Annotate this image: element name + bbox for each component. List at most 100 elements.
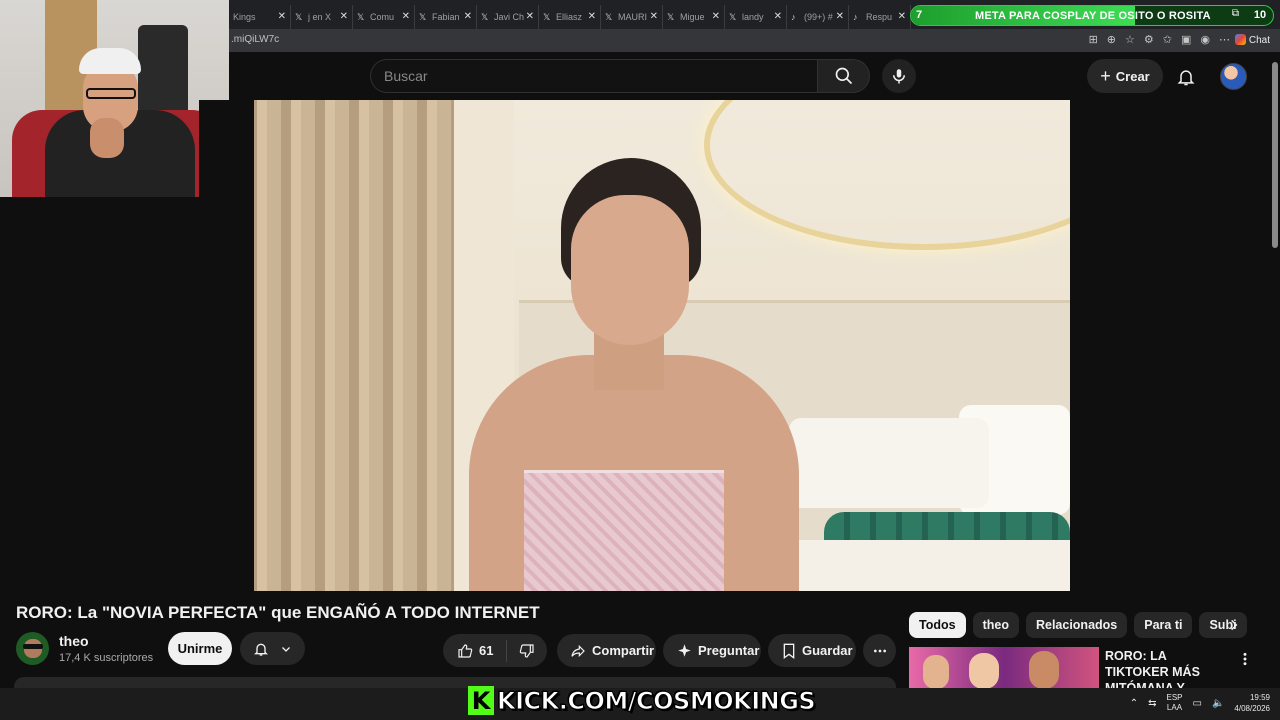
mic-icon [893, 69, 905, 84]
monitor-icon[interactable]: ▭ [1193, 698, 1202, 709]
extension-icon[interactable]: ⚙ [1144, 33, 1154, 46]
recommended-video-thumbnail[interactable] [909, 647, 1099, 689]
tab-title: (99+) # [804, 11, 833, 22]
close-tab-icon[interactable]: ✕ [278, 11, 286, 22]
search-icon [835, 67, 852, 85]
browser-tab[interactable]: 𝕏 Comu ✕ [353, 4, 415, 29]
apps-icon[interactable]: ⊞ [1089, 33, 1098, 46]
chevron-up-icon[interactable]: ⌃ [1130, 698, 1138, 709]
x-logo-icon: 𝕏 [543, 11, 551, 22]
clock[interactable]: 19:59 4/08/2026 [1234, 692, 1270, 714]
create-button[interactable]: + Crear [1087, 59, 1163, 93]
channel-name[interactable]: theo [59, 633, 89, 649]
x-logo-icon: 𝕏 [729, 11, 737, 22]
voice-search-button[interactable] [882, 59, 916, 93]
like-button[interactable]: 61 [443, 639, 507, 662]
chip-todos[interactable]: Todos [909, 612, 966, 638]
chat-label: Chat [1248, 35, 1270, 46]
lang-bottom: LAA [1166, 703, 1183, 712]
more-actions-button[interactable] [863, 634, 896, 667]
page-scrollbar[interactable] [1269, 52, 1280, 687]
recommended-more-button[interactable] [1238, 649, 1252, 669]
account-avatar[interactable] [1220, 63, 1247, 90]
sparkle-icon [678, 644, 691, 657]
volume-icon[interactable]: 🔈 [1212, 698, 1224, 709]
browser-tab[interactable]: 𝕏 Fabian ✕ [415, 4, 477, 29]
chips-next-button[interactable] [1224, 612, 1244, 638]
share-button[interactable]: Compartir [557, 634, 656, 667]
network-icon[interactable]: ⇆ [1148, 698, 1156, 709]
tab-title: Elliasz [556, 11, 583, 22]
close-tab-icon[interactable]: ✕ [774, 11, 782, 22]
kick-overlay-banner: K KICK.COM/COSMOKINGS [468, 685, 816, 716]
goal-text: META PARA COSPLAY DE OSITO O ROSITA [975, 10, 1211, 22]
close-tab-icon[interactable]: ✕ [712, 11, 720, 22]
thumbs-up-icon [458, 643, 473, 658]
chip-theo[interactable]: theo [972, 612, 1019, 638]
ask-button[interactable]: Preguntar [663, 634, 761, 667]
x-logo-icon: 𝕏 [295, 11, 303, 22]
more-vertical-icon [1243, 652, 1247, 666]
screen: { "browser": { "tabs": [ {"title": "King… [0, 0, 1280, 720]
chip-para-ti[interactable]: Para ti [1134, 612, 1193, 638]
search-box[interactable] [370, 59, 818, 93]
more-horizontal-icon [873, 649, 886, 652]
browser-tab[interactable]: 𝕏landy ✕ [725, 4, 787, 29]
browser-tab[interactable]: 𝕏 Migue ✕ [663, 4, 725, 29]
language-indicator[interactable]: ESP LAA [1166, 693, 1182, 713]
scrollbar-thumb[interactable] [1272, 62, 1278, 248]
browser-tab[interactable]: 𝕏 Javi Ch ✕ [477, 4, 539, 29]
x-logo-icon: 𝕏 [481, 11, 489, 22]
address-bar[interactable]: .miQiLW7c ⊞ ⊕ ☆ ⚙ ✩ ▣ ◉ ⋯ Chat [229, 29, 1280, 52]
search-button[interactable] [818, 59, 870, 93]
notifications-button[interactable] [1173, 64, 1199, 90]
close-tab-icon[interactable]: ✕ [898, 11, 906, 22]
close-tab-icon[interactable]: ✕ [836, 11, 844, 22]
tab-title: j en X [308, 11, 332, 22]
ask-label: Preguntar [698, 643, 760, 658]
chip-relacionados[interactable]: Relacionados [1025, 612, 1128, 638]
video-player[interactable] [199, 100, 1070, 591]
channel-avatar[interactable] [16, 632, 49, 665]
goal-count: 10 [1253, 9, 1267, 21]
save-button[interactable]: Guardar [768, 634, 856, 667]
clock-date: 4/08/2026 [1234, 704, 1270, 713]
copilot-chat-button[interactable]: Chat [1234, 34, 1270, 46]
page-background [0, 197, 229, 591]
url-text[interactable]: .miQiLW7c [231, 34, 279, 45]
search-input[interactable] [371, 60, 817, 92]
favorites-icon[interactable]: ✩ [1163, 33, 1172, 46]
browser-tab[interactable]: ♪ Respu ✕ [849, 4, 911, 29]
save-label: Guardar [802, 643, 853, 658]
plus-icon: + [1100, 66, 1111, 86]
close-tab-icon[interactable]: ✕ [340, 11, 348, 22]
collections-icon[interactable]: ▣ [1181, 33, 1191, 46]
close-tab-icon[interactable]: ✕ [402, 11, 410, 22]
browser-tab[interactable]: 𝕏j en X ✕ [291, 4, 353, 29]
browser-tab[interactable]: ♪ (99+) # ✕ [787, 4, 849, 29]
tab-title: Migue [680, 11, 705, 22]
join-button[interactable]: Unirme [168, 632, 232, 665]
close-tab-icon[interactable]: ✕ [588, 11, 596, 22]
bookmark-star-icon[interactable]: ☆ [1125, 33, 1135, 46]
browser-tab[interactable]: 𝕏 Elliasz ✕ [539, 4, 601, 29]
youtube-header: + Crear [229, 52, 1269, 100]
subscription-notifications-button[interactable] [240, 632, 305, 665]
browser-tab[interactable]: 𝕏 MAURI ✕ [601, 4, 663, 29]
share-icon [571, 644, 585, 657]
zoom-icon[interactable]: ⊕ [1107, 33, 1116, 46]
browser-tab[interactable]: Kings ✕ [229, 4, 291, 29]
share-label: Compartir [592, 643, 655, 658]
dislike-button[interactable] [507, 643, 547, 659]
close-tab-icon[interactable]: ✕ [464, 11, 472, 22]
close-tab-icon[interactable]: ✕ [526, 11, 534, 22]
menu-dots-icon[interactable]: ⋯ [1219, 33, 1230, 46]
tab-title: Comu [370, 11, 395, 22]
tab-title: Kings [233, 11, 256, 22]
profile-icon[interactable]: ◉ [1200, 33, 1210, 46]
close-tab-icon[interactable]: ✕ [650, 11, 658, 22]
x-logo-icon: 𝕏 [419, 11, 427, 22]
thumbs-down-icon [519, 643, 534, 658]
tab-title: Fabian [432, 11, 460, 22]
x-logo-icon: 𝕏 [357, 11, 365, 22]
